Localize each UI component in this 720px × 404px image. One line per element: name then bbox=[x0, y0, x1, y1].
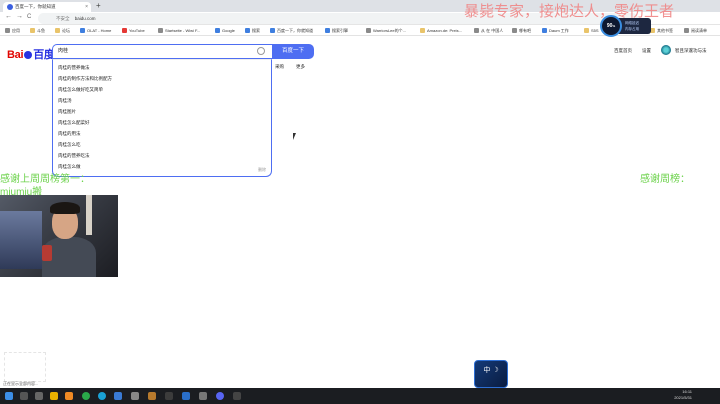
app-icon[interactable] bbox=[131, 392, 139, 400]
nav-link-more[interactable]: 更多 bbox=[296, 64, 305, 70]
cup bbox=[42, 245, 52, 261]
suggestion-item[interactable]: 肉桂图片 bbox=[58, 109, 76, 115]
bookmark-cn[interactable]: 从 在 中国人 bbox=[474, 26, 503, 35]
suggestion-item[interactable]: 肉桂怎么配菜好 bbox=[58, 120, 90, 126]
back-button[interactable]: ← bbox=[5, 13, 12, 20]
perf-panel: 网络延迟 内存占用 bbox=[617, 18, 651, 34]
search-input[interactable]: 肉桂 bbox=[52, 44, 272, 59]
search-icon[interactable] bbox=[20, 392, 28, 400]
close-tab-icon[interactable]: × bbox=[85, 2, 88, 12]
chrome-icon[interactable] bbox=[82, 392, 90, 400]
bookmark-search-engine[interactable]: 搜索引擎 bbox=[325, 26, 348, 35]
paw-icon bbox=[24, 51, 33, 59]
bookmark-amazon[interactable]: Amazon.de: Preis... bbox=[420, 26, 462, 35]
file-explorer-icon[interactable] bbox=[50, 392, 58, 400]
perf-gauge: 90% bbox=[600, 15, 622, 37]
edge-icon[interactable] bbox=[98, 392, 106, 400]
thanks-right-label: 感谢周榜： bbox=[640, 174, 690, 185]
clock-date: 2021/5/31 bbox=[674, 395, 692, 400]
suggestion-item[interactable]: 肉桂怎么吃 bbox=[58, 142, 81, 148]
username-link[interactable]: 智且深邃功与法 bbox=[675, 48, 707, 54]
bookmark-s5s[interactable]: S5S bbox=[584, 26, 599, 35]
gauge-unit: % bbox=[612, 24, 616, 28]
baidu-favicon-icon bbox=[7, 4, 13, 10]
delete-history-link[interactable]: 删除 bbox=[258, 167, 266, 173]
bookmark-where[interactable]: 哪有吧 bbox=[512, 26, 531, 35]
suggestion-item[interactable]: 肉桂的营养吃法 bbox=[58, 153, 90, 159]
app-icon[interactable] bbox=[233, 392, 241, 400]
reload-button[interactable]: C bbox=[27, 14, 31, 20]
discord-icon[interactable] bbox=[216, 392, 224, 400]
suggestion-item[interactable]: 肉桂的营养做法 bbox=[58, 65, 90, 71]
bookmark-youtube[interactable]: YouTube bbox=[122, 26, 145, 35]
avatar[interactable] bbox=[661, 45, 671, 55]
bookmark-reading-list[interactable]: 阅读清单 bbox=[684, 26, 707, 35]
webcam-feed bbox=[0, 195, 118, 277]
bookmark-wiwi[interactable]: Startseite - Wiwi F... bbox=[158, 26, 200, 35]
app-icon[interactable] bbox=[148, 392, 156, 400]
nav-link-purchase[interactable]: 采购 bbox=[275, 64, 284, 70]
perf-line: 内存占用 bbox=[625, 27, 639, 31]
taskbar-clock[interactable]: 16:11 2021/5/31 bbox=[674, 389, 692, 401]
monitor-glow bbox=[0, 211, 42, 269]
forward-button[interactable]: → bbox=[16, 13, 23, 20]
bookmark-apps[interactable]: 应用 bbox=[5, 26, 20, 35]
bookmark-google[interactable]: Google bbox=[215, 26, 235, 35]
bookmark-baidu[interactable]: 百度一下，你就知道 bbox=[270, 26, 313, 35]
suggestion-item[interactable]: 肉桂的制作方法和比例配方 bbox=[58, 76, 112, 82]
settings-link[interactable]: 设置 bbox=[642, 48, 651, 54]
search-button[interactable]: 百度一下 bbox=[272, 44, 314, 59]
logo-bai: Bai bbox=[7, 49, 24, 61]
tab-baidu[interactable]: 百度一下，你就知道 × bbox=[3, 2, 91, 12]
suggestion-item[interactable]: 肉桂的用法 bbox=[58, 131, 81, 137]
taskbar: 16:11 2021/5/31 bbox=[0, 388, 720, 404]
microphone-arm bbox=[86, 195, 92, 235]
mouse-cursor-icon bbox=[293, 133, 299, 140]
tab-title: 百度一下，你就知道 bbox=[15, 4, 56, 9]
status-notice: 正在显示全部内容... bbox=[3, 381, 39, 386]
address-text: baidu.com bbox=[74, 16, 96, 21]
app-icon[interactable] bbox=[199, 392, 207, 400]
insecure-label[interactable]: 不安全 bbox=[56, 16, 70, 21]
suggestion-item[interactable]: 肉桂怎么做好吃又简单 bbox=[58, 87, 103, 93]
suggestion-item[interactable]: 肉桂汤 bbox=[58, 98, 72, 104]
faded-overlay bbox=[4, 352, 46, 382]
baidu-home-link[interactable]: 百度首页 bbox=[614, 48, 632, 54]
suggestion-dropdown: 肉桂的营养做法 肉桂的制作方法和比例配方 肉桂怎么做好吃又简单 肉桂汤 肉桂图片… bbox=[52, 59, 272, 177]
bookmark-other[interactable]: 其他书签 bbox=[650, 26, 673, 35]
windows-start-icon[interactable] bbox=[5, 392, 13, 400]
app-icon[interactable] bbox=[182, 392, 190, 400]
baidu-logo[interactable]: Bai 百度 bbox=[7, 46, 55, 62]
bookmark-olat[interactable]: OLAT - Home bbox=[80, 26, 111, 35]
app-icon[interactable] bbox=[165, 392, 173, 400]
bookmark-douyu[interactable]: 斗鱼 bbox=[30, 26, 45, 35]
bookmark-daum[interactable]: Daum 工作 bbox=[542, 26, 569, 35]
deco-badge: 中 ☽ bbox=[474, 360, 508, 388]
app-icon[interactable] bbox=[65, 392, 73, 400]
streamer-hair bbox=[50, 202, 80, 214]
bookmark-warriors[interactable]: WarriorsLee的个... bbox=[366, 26, 406, 35]
screen: 百度一下，你就知道 × + ← → C 不安全 baidu.com 应用 斗鱼 … bbox=[0, 0, 720, 404]
task-view-icon[interactable] bbox=[35, 392, 43, 400]
camera-icon[interactable] bbox=[257, 47, 265, 55]
bookmark-search[interactable]: 搜索 bbox=[245, 26, 260, 35]
bookmark-forum[interactable]: 论坛 bbox=[55, 26, 70, 35]
app-icon[interactable] bbox=[114, 392, 122, 400]
new-tab-button[interactable]: + bbox=[96, 1, 101, 10]
